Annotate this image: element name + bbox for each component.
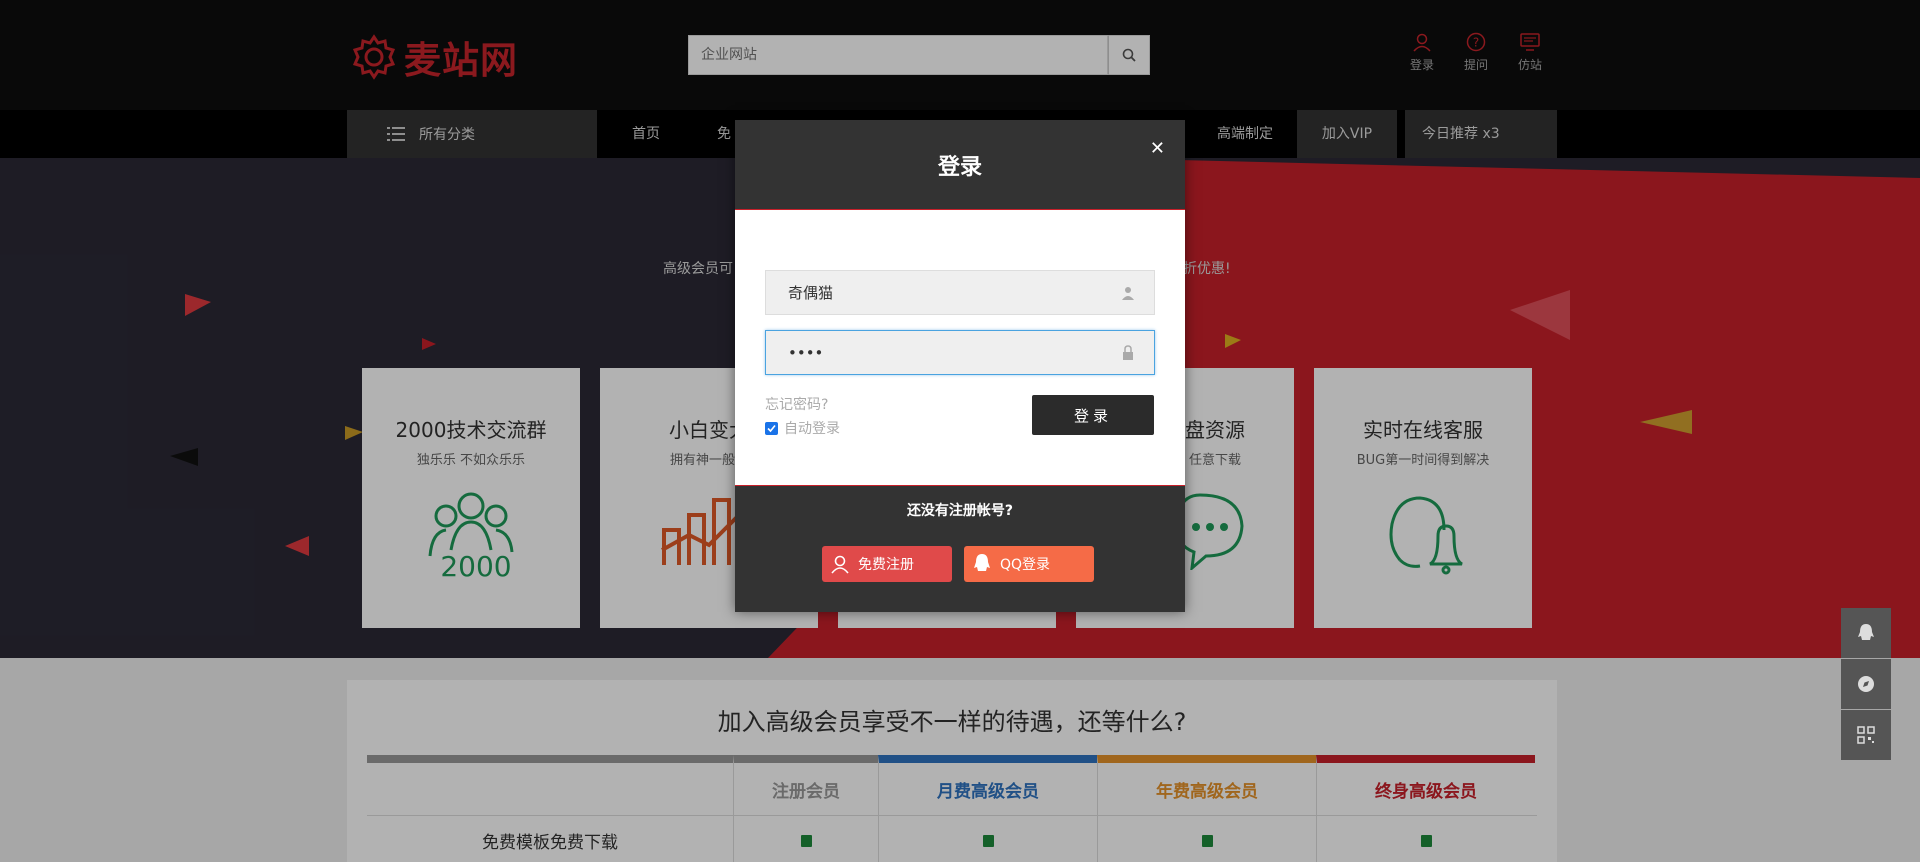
login-form: 奇偶猫 •••• 忘记密码? 自动登录 登录 — [735, 210, 1185, 486]
auto-login-checkbox[interactable]: 自动登录 — [765, 418, 840, 438]
compass-icon — [1858, 676, 1874, 692]
password-value: •••• — [788, 343, 824, 362]
qq-icon — [974, 554, 990, 571]
check-icon — [767, 424, 776, 432]
free-register-button[interactable]: 免费注册 — [822, 546, 952, 582]
lock-icon — [1123, 344, 1133, 360]
username-field[interactable]: 奇偶猫 — [765, 270, 1155, 315]
qq-float-button[interactable] — [1841, 608, 1891, 658]
username-value: 奇偶猫 — [788, 284, 834, 302]
modal-title: 登录 — [937, 154, 982, 180]
compass-float-button[interactable] — [1841, 659, 1891, 709]
qq-login-button[interactable]: QQ登录 — [964, 546, 1094, 582]
free-register-label: 免费注册 — [858, 557, 914, 573]
footer-buttons: 免费注册 QQ登录 — [822, 546, 1094, 582]
modal-footer: 还没有注册帐号? 免费注册 QQ登录 — [735, 486, 1185, 612]
qrcode-float-button[interactable] — [1841, 710, 1891, 760]
modal-header: 登录 ✕ — [735, 120, 1185, 210]
close-icon[interactable]: ✕ — [1150, 138, 1165, 159]
forgot-password-link[interactable]: 忘记密码? — [765, 394, 828, 414]
qq-login-label: QQ登录 — [1000, 557, 1051, 573]
qrcode-icon — [1857, 726, 1875, 744]
login-submit-button[interactable]: 登录 — [1032, 395, 1154, 435]
no-account-text: 还没有注册帐号? — [906, 503, 1014, 519]
floating-toolbar — [1841, 608, 1891, 761]
password-field[interactable]: •••• — [765, 330, 1155, 375]
login-modal: 登录 ✕ 奇偶猫 •••• 忘记密码? 自动登录 登录 还没有注册帐号? 免费注… — [735, 120, 1185, 612]
auto-login-label: 自动登录 — [784, 421, 840, 437]
checkbox-checked[interactable] — [765, 421, 778, 435]
user-silhouette-icon — [1122, 286, 1134, 300]
user-icon — [831, 555, 849, 574]
qq-icon — [1858, 624, 1874, 640]
